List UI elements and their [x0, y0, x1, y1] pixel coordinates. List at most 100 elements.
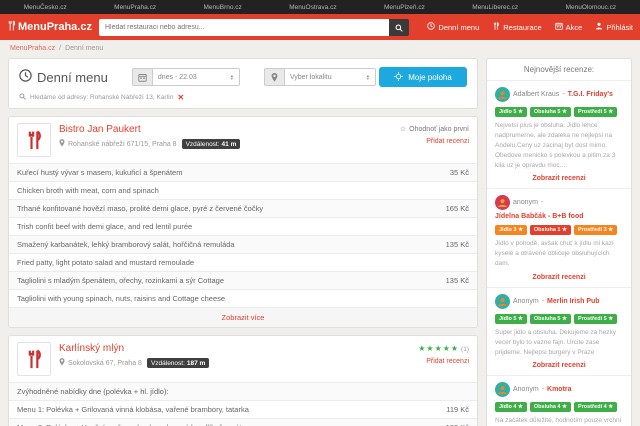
menu-item-name: Kuřecí hustý vývar s masem, kukuřicí a š… [17, 168, 182, 177]
menu-item-row: Trish confit beef with demi glace, and r… [9, 217, 477, 235]
show-review-link[interactable]: Zobrazit recenzi [495, 175, 623, 182]
rating-badge-service: Obsluha 1 ★ [530, 225, 571, 235]
review-author: Anonym [513, 298, 539, 305]
rating-badge-ambience: Prostředí 4 ★ [574, 402, 617, 412]
domain-link-cesko[interactable]: MenuČesko.cz [24, 4, 67, 11]
menu-item-name: Fried patty, light potato salad and must… [17, 258, 194, 267]
nav-events[interactable]: Akce [555, 22, 583, 32]
avatar [495, 195, 510, 210]
review-restaurant-link[interactable]: Kmotra [547, 386, 572, 393]
review-restaurant-link[interactable]: Merlin Irish Pub [547, 298, 600, 305]
menu-item-name: Chicken broth with meat, corn and spinac… [17, 186, 159, 195]
menu-item-price: 135 Kč [446, 276, 469, 285]
domain-link-ostrava[interactable]: MenuOstrava.cz [289, 4, 336, 11]
domain-bar: MenuČesko.cz MenuPraha.cz MenuBrno.cz Me… [0, 0, 640, 14]
menu-item-row: Menu 2: Polévka + Hovězí na česneku, bra… [9, 418, 477, 426]
avatar [495, 87, 510, 102]
show-more-link[interactable]: Zobrazit více [9, 307, 477, 327]
menu-item-row: Chicken broth with meat, corn and spinac… [9, 181, 477, 199]
menu-item-name: Zvýhodněné nabídky dne (polévka + hl. jí… [17, 387, 169, 396]
header-bar: MenuPraha.cz Denní menu Restaurace Akce … [0, 14, 640, 40]
page-title: Denní menu [19, 69, 108, 85]
search-button[interactable] [389, 19, 409, 36]
clock-icon [19, 69, 32, 85]
rating-badge-food: Jídlo 5 ★ [495, 107, 527, 117]
calendar-icon [555, 22, 563, 32]
address-search-note: Hledáme od adresy: Rohanské Nábřeží 13, … [19, 93, 467, 102]
avatar [495, 382, 510, 397]
menu-item-row: Fried patty, light potato salad and must… [9, 253, 477, 271]
restaurant-name-link[interactable]: Bistro Jan Paukert [59, 124, 240, 135]
rating-badge-food: Jídlo 5 ★ [495, 314, 527, 324]
location-select-group: Vyber lokalitu ▲▼ [264, 68, 376, 86]
rating-badge-food: Jídlo 4 ★ [495, 402, 527, 412]
search-icon [19, 93, 26, 102]
rating-badge-ambience: Prostředí 3 ★ [574, 225, 617, 235]
domain-link-praha[interactable]: MenuPraha.cz [114, 4, 156, 11]
review-item: Anonym - Kmotra Jídlo 4 ★ Obsluha 4 ★ Pr… [487, 376, 631, 426]
domain-link-liberec[interactable]: MenuLiberec.cz [472, 4, 518, 11]
rating-badge-food: Jídlo 3 ★ [495, 225, 527, 235]
review-restaurant-link[interactable]: Jídelna Babčák - B+B food [495, 213, 584, 220]
rating-badge-service: Obsluha 5 ★ [530, 107, 571, 117]
show-review-link[interactable]: Zobrazit recenzi [495, 274, 623, 281]
review-item: Anonym - Merlin Irish Pub Jídlo 5 ★ Obsl… [487, 288, 631, 376]
crosshair-icon [394, 72, 403, 83]
nav-restaurants[interactable]: Restaurace [492, 22, 541, 32]
review-author: Adalbert Kraus [513, 91, 559, 98]
my-location-button[interactable]: Moje poloha [379, 67, 467, 87]
map-pin-icon [59, 358, 65, 368]
select-arrows-icon: ▲▼ [366, 74, 370, 81]
domain-link-brno[interactable]: MenuBrno.cz [204, 4, 242, 11]
site-logo[interactable]: MenuPraha.cz [7, 20, 92, 34]
restaurant-name-link[interactable]: Karlínský mlýn [59, 343, 209, 354]
menu-item-name: Trhané konfitované hovězí maso, prolité … [17, 204, 263, 213]
menu-item-name: Smažený karbanátek, lehký bramborový sal… [17, 240, 235, 249]
review-text: Jídlo v pohodě, avšak chuť k jídlu mi ka… [495, 239, 623, 269]
nav-daily-menu[interactable]: Denní menu [427, 22, 479, 32]
search-input[interactable] [99, 19, 389, 36]
date-select-group: dnes - 22.03 ▲▼ [132, 68, 240, 86]
domain-link-olomouc[interactable]: MenuOlomouc.cz [566, 4, 617, 11]
restaurant-address: Sokolovská 67, Praha 8 [68, 360, 142, 367]
rate-first-link[interactable]: ☆ Ohodnoť jako první [400, 125, 469, 133]
restaurant-card: Bistro Jan Paukert Rohanské nábřeží 671/… [8, 116, 478, 328]
domain-link-plzen[interactable]: MenuPlzeň.cz [384, 4, 425, 11]
review-text: Na začátek důležité, hodnotím pouze vrch… [495, 416, 623, 426]
stars-icon: ★★★★★ [418, 344, 459, 353]
add-review-link[interactable]: Přidat recenzi [418, 358, 469, 365]
map-pin-icon [59, 139, 65, 149]
main-nav: Denní menu Restaurace Akce Přihlásit [427, 22, 633, 32]
select-arrows-icon: ▲▼ [230, 74, 234, 81]
reviews-sidebar: Nejnovější recenze: Adalbert Kraus - T.G… [486, 58, 632, 426]
menu-item-row: Kuřecí hustý vývar s masem, kukuřicí a š… [9, 163, 477, 181]
menu-item-price: 35 Kč [450, 168, 469, 177]
nav-login[interactable]: Přihlásit [595, 22, 633, 32]
fork-knife-icon [492, 22, 500, 32]
calendar-icon [132, 68, 152, 86]
distance-badge: Vzdálenost:187 m [147, 358, 209, 368]
user-icon [595, 22, 603, 32]
restaurant-card: Karlínský mlýn Sokolovská 67, Praha 8 Vz… [8, 335, 478, 426]
breadcrumb-home[interactable]: MenuPraha.cz [10, 45, 55, 52]
show-review-link[interactable]: Zobrazit recenzi [495, 362, 623, 369]
search-icon [395, 20, 403, 35]
rating-badge-service: Obsluha 5 ★ [530, 314, 571, 324]
breadcrumb-current: Denní menu [65, 45, 103, 52]
rating-count: (1) [461, 346, 469, 353]
rating-badge-service: Obsluha 4 ★ [530, 402, 571, 412]
menu-item-price: 135 Kč [446, 240, 469, 249]
add-review-link[interactable]: Přidat recenzi [400, 138, 469, 145]
review-restaurant-link[interactable]: T.G.I. Friday's [568, 91, 613, 98]
avatar [495, 294, 510, 309]
restaurant-logo [17, 342, 51, 376]
review-text: Nejvetsi plus je obsluha. Jidlo lehce na… [495, 121, 623, 171]
fork-knife-icon [7, 20, 16, 34]
map-pin-icon [264, 68, 284, 86]
date-select[interactable]: dnes - 22.03 ▲▼ [152, 68, 240, 86]
clear-address-icon[interactable]: ✕ [177, 93, 184, 102]
menu-item-name: Tagliolini with young spinach, nuts, rai… [17, 294, 225, 303]
menu-item-row: Trhané konfitované hovězí maso, prolité … [9, 199, 477, 217]
location-select[interactable]: Vyber lokalitu ▲▼ [284, 68, 376, 86]
star-rating[interactable]: ★★★★★ (1) [418, 346, 469, 353]
